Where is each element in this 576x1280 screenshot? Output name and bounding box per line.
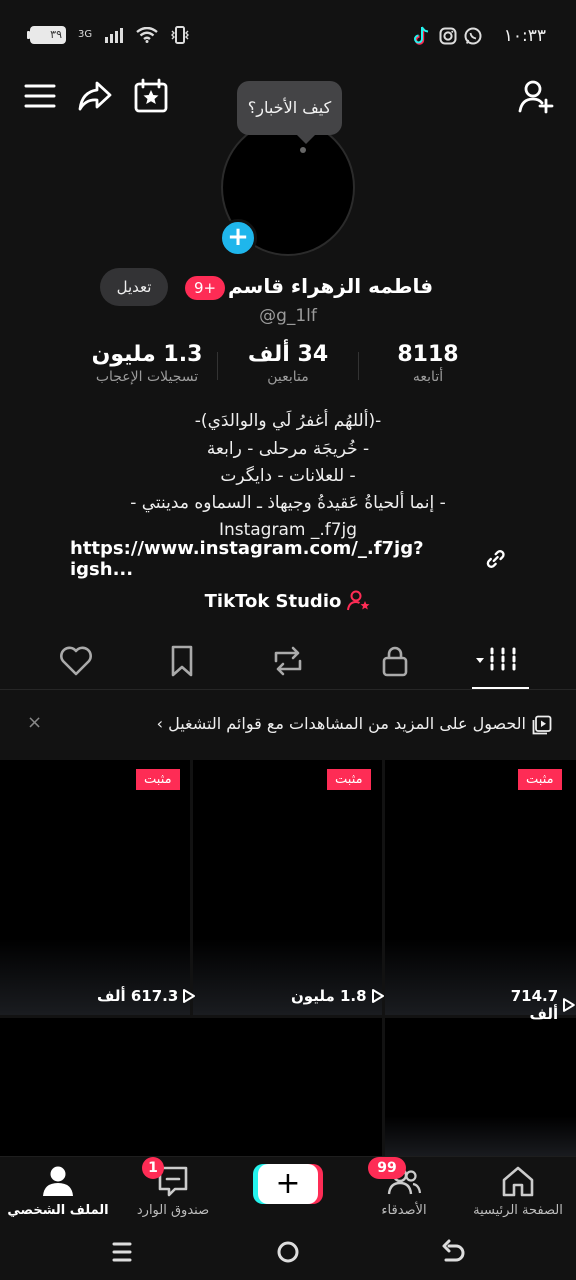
create-button[interactable]: +	[258, 1164, 318, 1204]
followers-label: متابعين	[267, 369, 309, 385]
friends-badge: 99	[368, 1157, 406, 1179]
play-icon	[563, 998, 576, 1012]
home-button-icon[interactable]	[270, 1234, 306, 1270]
battery-icon: ٣٩	[27, 26, 66, 44]
nav-profile-label: الملف الشخصي	[7, 1203, 109, 1218]
video-thumbnail[interactable]	[0, 1018, 382, 1158]
status-tooltip[interactable]: كيف الأخبار؟	[237, 81, 342, 144]
home-icon	[502, 1166, 534, 1197]
view-count: 617.3 ألف	[97, 987, 196, 1005]
bio-link[interactable]: https://www.instagram.com/_.f7jg?igsh...	[70, 538, 506, 580]
share-icon[interactable]	[77, 78, 113, 114]
profile-handle: @g_1lf	[259, 306, 317, 326]
calendar-star-icon[interactable]	[133, 78, 169, 114]
tiktok-studio-link[interactable]: TikTok Studio	[150, 590, 426, 612]
edit-profile-button[interactable]: تعديل	[100, 268, 168, 306]
signal-icon	[105, 28, 124, 43]
notification-badge[interactable]: 9+	[185, 276, 225, 300]
nav-home[interactable]: الصفحة الرئيسية	[463, 1163, 573, 1218]
friends-icon-wrap: 99	[368, 1157, 422, 1199]
pinned-badge: مثبت	[518, 769, 562, 790]
back-icon[interactable]	[436, 1234, 472, 1270]
video-thumbnail[interactable]	[385, 1018, 576, 1158]
nav-inbox-label: صندوق الوارد	[136, 1203, 210, 1218]
vibrate-icon	[171, 26, 190, 44]
bio-line: - إنما ألحياةُ عَقيدةُ وجيهاذ ـ السماوه …	[130, 493, 446, 513]
add-story-button[interactable]: +	[219, 219, 257, 257]
likes-count: 1.3 مليون	[91, 342, 203, 367]
view-count-text: 714.7 ألف	[510, 987, 559, 1023]
private-tab-lock-icon[interactable]	[377, 643, 413, 679]
liked-tab-heart-icon[interactable]	[58, 643, 94, 679]
bio-line: -(أللهُم أغفرُ لَي والوالدَي)-	[194, 411, 382, 431]
banner-close-icon[interactable]: ×	[27, 712, 42, 733]
tiktok-studio-label: TikTok Studio	[204, 590, 342, 612]
instagram-icon	[439, 27, 457, 45]
inbox-badge: 1	[142, 1157, 164, 1179]
avatar-status-dot	[300, 147, 306, 153]
network-type: 3G	[78, 29, 93, 40]
video-thumbnail[interactable]	[0, 760, 190, 1015]
pinned-badge: مثبت	[136, 769, 180, 790]
view-count: 714.7 ألف	[478, 987, 576, 1023]
play-icon	[183, 989, 196, 1003]
clock: ١٠:٣٣	[503, 26, 546, 46]
link-icon	[486, 550, 505, 568]
video-thumbnail[interactable]	[193, 760, 382, 1015]
view-count: 1.8 مليون	[291, 987, 385, 1005]
add-friend-icon[interactable]	[518, 78, 554, 114]
tabs-divider	[0, 689, 576, 690]
playlist-banner-text: الحصول على المزيد من المشاهدات مع قوائم …	[156, 714, 526, 733]
likes-stat[interactable]: 1.3 مليون تسجيلات الإعجاب	[76, 342, 218, 385]
profile-name: فاطمه الزهراء قاسم	[228, 274, 434, 298]
likes-label: تسجيلات الإعجاب	[95, 369, 199, 385]
profile-icon	[43, 1166, 73, 1196]
view-count-text: 617.3 ألف	[97, 987, 179, 1005]
nav-profile[interactable]: الملف الشخصي	[3, 1163, 113, 1218]
tiktok-icon	[414, 26, 429, 45]
stat-divider	[358, 352, 359, 380]
videos-tab-grid-icon[interactable]	[474, 643, 518, 679]
bio-line: خُريجَة مرحلى - رابعة -	[206, 439, 370, 459]
pinned-badge: مثبت	[327, 769, 371, 790]
video-thumbnail[interactable]	[385, 760, 576, 1015]
bio-line: للعلانات - دايگرت -	[220, 466, 356, 486]
wifi-icon	[136, 27, 158, 43]
play-icon	[371, 989, 384, 1003]
view-count-text: 1.8 مليون	[291, 987, 367, 1005]
followers-stat[interactable]: 34 ألف متابعين	[234, 342, 342, 385]
following-label: أتابعه	[412, 369, 444, 385]
nav-home-label: الصفحة الرئيسية	[473, 1203, 563, 1218]
status-bar: ٣٩ 3G ١٠:٣٣	[0, 0, 576, 70]
reposts-tab-repost-icon[interactable]	[270, 643, 306, 679]
menu-icon[interactable]	[22, 78, 58, 114]
nav-friends[interactable]: 99 الأصدقاء	[349, 1157, 459, 1218]
inbox-icon-wrap: 1	[142, 1157, 191, 1199]
battery-level: ٣٩	[50, 28, 62, 41]
favorites-tab-bookmark-icon[interactable]	[164, 643, 200, 679]
playlist-icon	[532, 715, 552, 735]
nav-friends-label: الأصدقاء	[381, 1203, 427, 1218]
following-count: 8118	[397, 342, 459, 367]
whatsapp-icon	[464, 27, 482, 45]
nav-inbox[interactable]: 1 صندوق الوارد	[118, 1157, 228, 1218]
followers-count: 34 ألف	[247, 342, 329, 367]
studio-icon	[347, 590, 370, 611]
recents-icon[interactable]	[104, 1234, 140, 1270]
bio-link-text[interactable]: https://www.instagram.com/_.f7jg?igsh...	[70, 538, 475, 580]
following-stat[interactable]: 8118 أتابعه	[386, 342, 470, 385]
playlist-banner[interactable]: الحصول على المزيد من المشاهدات مع قوائم …	[0, 700, 576, 748]
